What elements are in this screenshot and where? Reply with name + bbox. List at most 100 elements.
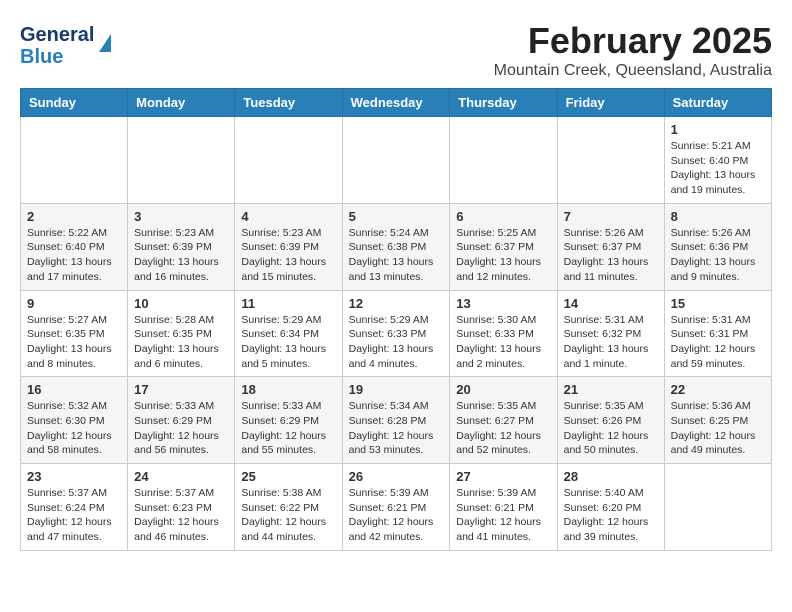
logo: General Blue xyxy=(20,24,111,68)
day-info: Sunrise: 5:24 AM Sunset: 6:38 PM Dayligh… xyxy=(349,226,444,285)
calendar-header: February 2025 Mountain Creek, Queensland… xyxy=(20,20,772,80)
calendar-cell xyxy=(557,117,664,204)
calendar-cell: 6Sunrise: 5:25 AM Sunset: 6:37 PM Daylig… xyxy=(450,203,557,290)
day-info: Sunrise: 5:37 AM Sunset: 6:23 PM Dayligh… xyxy=(134,486,228,545)
calendar-cell: 10 Sunrise: 5:28 AM Sunset: 6:35 PM Dayli… xyxy=(128,290,235,377)
day-info: Sunrise: 5:35 AM Sunset: 6:27 PM Dayligh… xyxy=(456,399,550,458)
day-number: 24 xyxy=(134,469,228,484)
day-info: Sunrise: 5:29 AM Sunset: 6:33 PM Dayligh… xyxy=(349,313,444,372)
calendar-cell xyxy=(450,117,557,204)
calendar-cell xyxy=(21,117,128,204)
day-number: 3 xyxy=(134,209,228,224)
day-number: 14 xyxy=(564,296,658,311)
day-info: Sunrise: 5:40 AM Sunset: 6:20 PM Dayligh… xyxy=(564,486,658,545)
day-header-tuesday: Tuesday xyxy=(235,89,342,117)
calendar-cell: 18Sunrise: 5:33 AM Sunset: 6:29 PM Dayli… xyxy=(235,377,342,464)
day-info: Sunrise: 5:29 AM Sunset: 6:34 PM Dayligh… xyxy=(241,313,335,372)
day-number: 12 xyxy=(349,296,444,311)
calendar-cell: 28 Sunrise: 5:40 AM Sunset: 6:20 PM Dayli… xyxy=(557,464,664,551)
day-number: 4 xyxy=(241,209,335,224)
day-number: 8 xyxy=(671,209,765,224)
day-number: 19 xyxy=(349,382,444,397)
day-number: 15 xyxy=(671,296,765,311)
calendar-cell: 16 Sunrise: 5:32 AM Sunset: 6:30 PM Dayli… xyxy=(21,377,128,464)
day-info: Sunrise: 5:33 AM Sunset: 6:29 PM Dayligh… xyxy=(134,399,228,458)
calendar-cell xyxy=(664,464,771,551)
day-number: 26 xyxy=(349,469,444,484)
day-number: 16 xyxy=(27,382,121,397)
day-info: Sunrise: 5:34 AM Sunset: 6:28 PM Dayligh… xyxy=(349,399,444,458)
calendar-cell: 12 Sunrise: 5:29 AM Sunset: 6:33 PM Dayli… xyxy=(342,290,450,377)
calendar-cell: 25 Sunrise: 5:38 AM Sunset: 6:22 PM Dayli… xyxy=(235,464,342,551)
calendar-week-3: 9 Sunrise: 5:27 AM Sunset: 6:35 PM Daylig… xyxy=(21,290,772,377)
calendar-cell: 19 Sunrise: 5:34 AM Sunset: 6:28 PM Dayli… xyxy=(342,377,450,464)
day-info: Sunrise: 5:31 AM Sunset: 6:32 PM Dayligh… xyxy=(564,313,658,372)
calendar-cell: 20 Sunrise: 5:35 AM Sunset: 6:27 PM Dayli… xyxy=(450,377,557,464)
day-number: 23 xyxy=(27,469,121,484)
calendar-cell: 1Sunrise: 5:21 AM Sunset: 6:40 PM Daylig… xyxy=(664,117,771,204)
day-header-saturday: Saturday xyxy=(664,89,771,117)
day-number: 7 xyxy=(564,209,658,224)
calendar-cell: 7 Sunrise: 5:26 AM Sunset: 6:37 PM Daylig… xyxy=(557,203,664,290)
calendar-cell xyxy=(235,117,342,204)
day-info: Sunrise: 5:26 AM Sunset: 6:36 PM Dayligh… xyxy=(671,226,765,285)
calendar-cell: 15 Sunrise: 5:31 AM Sunset: 6:31 PM Dayli… xyxy=(664,290,771,377)
day-info: Sunrise: 5:35 AM Sunset: 6:26 PM Dayligh… xyxy=(564,399,658,458)
calendar-cell: 22Sunrise: 5:36 AM Sunset: 6:25 PM Dayli… xyxy=(664,377,771,464)
day-number: 25 xyxy=(241,469,335,484)
day-header-wednesday: Wednesday xyxy=(342,89,450,117)
day-info: Sunrise: 5:26 AM Sunset: 6:37 PM Dayligh… xyxy=(564,226,658,285)
day-number: 28 xyxy=(564,469,658,484)
day-info: Sunrise: 5:27 AM Sunset: 6:35 PM Dayligh… xyxy=(27,313,121,372)
day-info: Sunrise: 5:23 AM Sunset: 6:39 PM Dayligh… xyxy=(241,226,335,285)
day-number: 5 xyxy=(349,209,444,224)
calendar-cell: 11 Sunrise: 5:29 AM Sunset: 6:34 PM Dayli… xyxy=(235,290,342,377)
calendar-cell: 8 Sunrise: 5:26 AM Sunset: 6:36 PM Daylig… xyxy=(664,203,771,290)
calendar-cell: 3 Sunrise: 5:23 AM Sunset: 6:39 PM Daylig… xyxy=(128,203,235,290)
calendar-cell: 27 Sunrise: 5:39 AM Sunset: 6:21 PM Dayli… xyxy=(450,464,557,551)
calendar-cell: 23 Sunrise: 5:37 AM Sunset: 6:24 PM Dayli… xyxy=(21,464,128,551)
day-number: 2 xyxy=(27,209,121,224)
day-info: Sunrise: 5:39 AM Sunset: 6:21 PM Dayligh… xyxy=(456,486,550,545)
calendar-cell xyxy=(342,117,450,204)
calendar-title: February 2025 xyxy=(20,20,772,62)
calendar-cell: 26 Sunrise: 5:39 AM Sunset: 6:21 PM Dayli… xyxy=(342,464,450,551)
calendar-week-1: 1Sunrise: 5:21 AM Sunset: 6:40 PM Daylig… xyxy=(21,117,772,204)
day-number: 21 xyxy=(564,382,658,397)
day-info: Sunrise: 5:37 AM Sunset: 6:24 PM Dayligh… xyxy=(27,486,121,545)
day-header-sunday: Sunday xyxy=(21,89,128,117)
day-info: Sunrise: 5:23 AM Sunset: 6:39 PM Dayligh… xyxy=(134,226,228,285)
calendar-header-row: SundayMondayTuesdayWednesdayThursdayFrid… xyxy=(21,89,772,117)
day-info: Sunrise: 5:31 AM Sunset: 6:31 PM Dayligh… xyxy=(671,313,765,372)
day-info: Sunrise: 5:30 AM Sunset: 6:33 PM Dayligh… xyxy=(456,313,550,372)
day-number: 11 xyxy=(241,296,335,311)
day-info: Sunrise: 5:38 AM Sunset: 6:22 PM Dayligh… xyxy=(241,486,335,545)
day-number: 13 xyxy=(456,296,550,311)
day-number: 18 xyxy=(241,382,335,397)
calendar-cell: 14 Sunrise: 5:31 AM Sunset: 6:32 PM Dayli… xyxy=(557,290,664,377)
calendar-cell: 4 Sunrise: 5:23 AM Sunset: 6:39 PM Daylig… xyxy=(235,203,342,290)
day-number: 9 xyxy=(27,296,121,311)
day-number: 10 xyxy=(134,296,228,311)
calendar-cell: 5 Sunrise: 5:24 AM Sunset: 6:38 PM Daylig… xyxy=(342,203,450,290)
calendar-cell: 21 Sunrise: 5:35 AM Sunset: 6:26 PM Dayli… xyxy=(557,377,664,464)
day-info: Sunrise: 5:32 AM Sunset: 6:30 PM Dayligh… xyxy=(27,399,121,458)
calendar-cell xyxy=(128,117,235,204)
day-number: 6 xyxy=(456,209,550,224)
day-info: Sunrise: 5:36 AM Sunset: 6:25 PM Dayligh… xyxy=(671,399,765,458)
day-number: 17 xyxy=(134,382,228,397)
calendar-week-2: 2 Sunrise: 5:22 AM Sunset: 6:40 PM Daylig… xyxy=(21,203,772,290)
day-number: 20 xyxy=(456,382,550,397)
calendar-cell: 13 Sunrise: 5:30 AM Sunset: 6:33 PM Dayli… xyxy=(450,290,557,377)
day-info: Sunrise: 5:22 AM Sunset: 6:40 PM Dayligh… xyxy=(27,226,121,285)
day-number: 1 xyxy=(671,122,765,137)
calendar-week-4: 16 Sunrise: 5:32 AM Sunset: 6:30 PM Dayli… xyxy=(21,377,772,464)
calendar-subtitle: Mountain Creek, Queensland, Australia xyxy=(20,62,772,80)
day-number: 27 xyxy=(456,469,550,484)
day-header-thursday: Thursday xyxy=(450,89,557,117)
day-info: Sunrise: 5:28 AM Sunset: 6:35 PM Dayligh… xyxy=(134,313,228,372)
day-header-friday: Friday xyxy=(557,89,664,117)
day-header-monday: Monday xyxy=(128,89,235,117)
day-info: Sunrise: 5:39 AM Sunset: 6:21 PM Dayligh… xyxy=(349,486,444,545)
calendar-cell: 17 Sunrise: 5:33 AM Sunset: 6:29 PM Dayli… xyxy=(128,377,235,464)
